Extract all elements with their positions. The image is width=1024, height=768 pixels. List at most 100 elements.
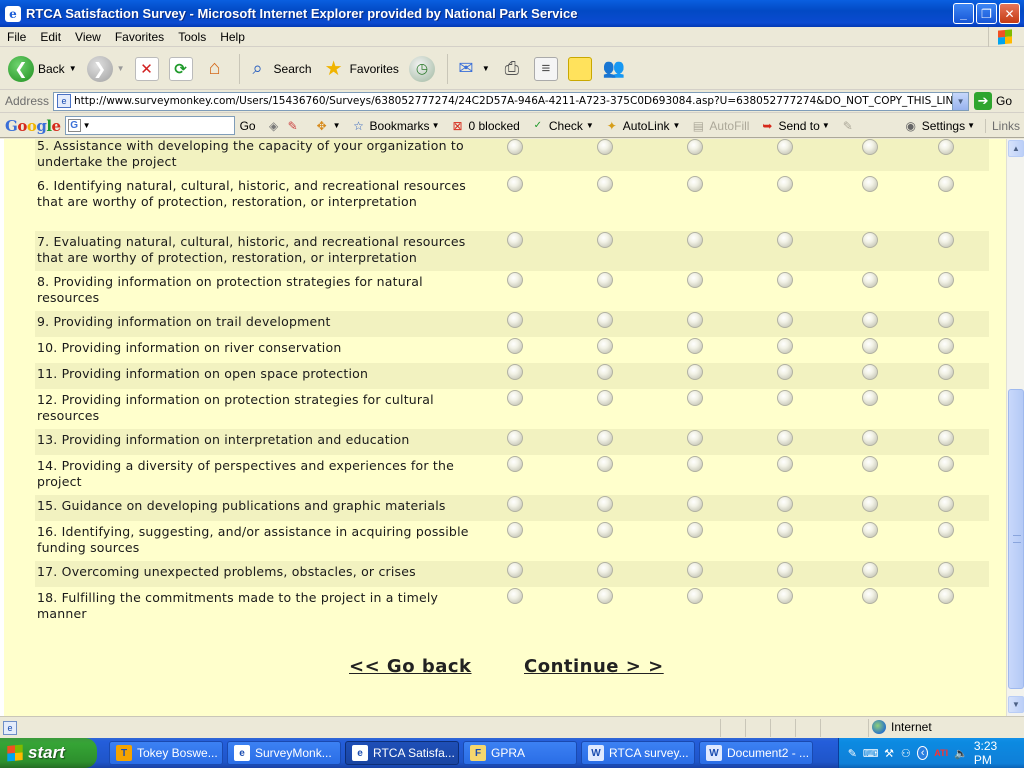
rating-radio-5[interactable] bbox=[862, 338, 878, 354]
taskbar-task-button[interactable]: e SurveyMonk... bbox=[227, 741, 341, 765]
rating-radio-3[interactable] bbox=[687, 139, 703, 155]
restore-button[interactable]: ❐ bbox=[976, 3, 997, 24]
rating-radio-3[interactable] bbox=[687, 588, 703, 604]
rating-radio-4[interactable] bbox=[777, 456, 793, 472]
rating-radio-3[interactable] bbox=[687, 522, 703, 538]
rating-radio-1[interactable] bbox=[507, 390, 523, 406]
menu-tools[interactable]: Tools bbox=[171, 30, 213, 44]
rating-radio-5[interactable] bbox=[862, 364, 878, 380]
rating-radio-6[interactable] bbox=[938, 390, 954, 406]
menu-favorites[interactable]: Favorites bbox=[108, 30, 171, 44]
rating-radio-6[interactable] bbox=[938, 496, 954, 512]
rating-radio-6[interactable] bbox=[938, 338, 954, 354]
rating-radio-2[interactable] bbox=[597, 364, 613, 380]
rating-radio-6[interactable] bbox=[938, 272, 954, 288]
continue-link[interactable]: Continue > > bbox=[524, 656, 664, 677]
close-button[interactable]: ✕ bbox=[999, 3, 1020, 24]
rating-radio-6[interactable] bbox=[938, 522, 954, 538]
search-button[interactable]: ⌕ Search bbox=[244, 51, 314, 87]
links-label[interactable]: Links bbox=[984, 118, 1020, 133]
rating-radio-3[interactable] bbox=[687, 456, 703, 472]
start-button[interactable]: start bbox=[0, 738, 97, 768]
rating-radio-4[interactable] bbox=[777, 430, 793, 446]
minimize-button[interactable]: _ bbox=[953, 3, 974, 24]
home-button[interactable]: ⌂ bbox=[201, 51, 229, 87]
rating-radio-3[interactable] bbox=[687, 390, 703, 406]
chevron-down-icon[interactable]: ▼ bbox=[952, 92, 969, 110]
autolink-button[interactable]: ✦ AutoLink ▼ bbox=[604, 118, 681, 134]
rating-radio-3[interactable] bbox=[687, 176, 703, 192]
rating-radio-3[interactable] bbox=[687, 272, 703, 288]
rating-radio-6[interactable] bbox=[938, 430, 954, 446]
keyboard-icon[interactable]: ⌨ bbox=[863, 746, 879, 760]
rating-radio-1[interactable] bbox=[507, 338, 523, 354]
rating-radio-2[interactable] bbox=[597, 272, 613, 288]
forward-button[interactable]: ❯ ▼ bbox=[85, 51, 127, 87]
rating-radio-1[interactable] bbox=[507, 232, 523, 248]
rating-radio-5[interactable] bbox=[862, 312, 878, 328]
rating-radio-4[interactable] bbox=[777, 522, 793, 538]
google-options-icon[interactable]: ◈ ✎ bbox=[266, 118, 304, 134]
taskbar-task-button[interactable]: F GPRA bbox=[463, 741, 577, 765]
scroll-down-arrow-icon[interactable]: ▼ bbox=[1008, 696, 1024, 713]
ati-icon[interactable]: ATI bbox=[934, 746, 948, 760]
settings-button[interactable]: ◉ Settings ▼ bbox=[903, 118, 975, 134]
rating-radio-2[interactable] bbox=[597, 232, 613, 248]
rating-radio-5[interactable] bbox=[862, 272, 878, 288]
rating-radio-1[interactable] bbox=[507, 496, 523, 512]
rating-radio-4[interactable] bbox=[777, 562, 793, 578]
menu-view[interactable]: View bbox=[68, 30, 108, 44]
rating-radio-5[interactable] bbox=[862, 390, 878, 406]
popup-blocker-button[interactable]: ⊠ 0 blocked bbox=[449, 118, 519, 134]
rating-radio-2[interactable] bbox=[597, 312, 613, 328]
scroll-up-arrow-icon[interactable]: ▲ bbox=[1008, 140, 1024, 157]
network-icon[interactable]: ⚇ bbox=[900, 746, 911, 760]
rating-radio-1[interactable] bbox=[507, 364, 523, 380]
chevron-down-icon[interactable]: ▼ bbox=[117, 64, 125, 73]
rating-radio-3[interactable] bbox=[687, 338, 703, 354]
go-button[interactable]: ➔ Go bbox=[974, 92, 1012, 110]
rating-radio-5[interactable] bbox=[862, 139, 878, 155]
bookmarks-button[interactable]: ☆ Bookmarks ▼ bbox=[351, 118, 439, 134]
rating-radio-6[interactable] bbox=[938, 176, 954, 192]
rating-radio-5[interactable] bbox=[862, 522, 878, 538]
rating-radio-2[interactable] bbox=[597, 456, 613, 472]
rating-radio-4[interactable] bbox=[777, 312, 793, 328]
discuss-button[interactable] bbox=[566, 51, 594, 87]
rating-radio-2[interactable] bbox=[597, 522, 613, 538]
chevron-left-icon[interactable]: ‹ bbox=[917, 746, 929, 760]
highlight-icon[interactable]: ✎ bbox=[840, 118, 859, 134]
edit-button[interactable]: ≡ bbox=[532, 51, 560, 87]
tool-icon[interactable]: ⚒ bbox=[884, 746, 895, 760]
go-back-link[interactable]: << Go back bbox=[349, 656, 472, 677]
taskbar-task-button[interactable]: T Tokey Boswe... bbox=[109, 741, 223, 765]
rating-radio-6[interactable] bbox=[938, 588, 954, 604]
rating-radio-1[interactable] bbox=[507, 588, 523, 604]
rating-radio-1[interactable] bbox=[507, 430, 523, 446]
rating-radio-1[interactable] bbox=[507, 139, 523, 155]
taskbar-task-button[interactable]: W RTCA survey... bbox=[581, 741, 695, 765]
volume-icon[interactable]: 🔈 bbox=[954, 746, 968, 760]
rating-radio-4[interactable] bbox=[777, 139, 793, 155]
rating-radio-2[interactable] bbox=[597, 139, 613, 155]
rating-radio-1[interactable] bbox=[507, 312, 523, 328]
rating-radio-4[interactable] bbox=[777, 364, 793, 380]
google-search-input[interactable]: G ▼ bbox=[64, 116, 235, 135]
rating-radio-2[interactable] bbox=[597, 176, 613, 192]
rating-radio-6[interactable] bbox=[938, 364, 954, 380]
vertical-scrollbar[interactable]: ▲ ▼ bbox=[1006, 139, 1024, 716]
taskbar-task-button[interactable]: W Document2 - ... bbox=[699, 741, 813, 765]
rating-radio-6[interactable] bbox=[938, 456, 954, 472]
spell-check-button[interactable]: ✓ Check ▼ bbox=[530, 118, 594, 134]
pen-icon[interactable]: ✎ bbox=[847, 746, 858, 760]
rating-radio-6[interactable] bbox=[938, 562, 954, 578]
rating-radio-1[interactable] bbox=[507, 562, 523, 578]
history-button[interactable]: ◷ bbox=[407, 51, 437, 87]
rating-radio-5[interactable] bbox=[862, 176, 878, 192]
rating-radio-6[interactable] bbox=[938, 139, 954, 155]
rating-radio-5[interactable] bbox=[862, 430, 878, 446]
rating-radio-3[interactable] bbox=[687, 430, 703, 446]
rating-radio-2[interactable] bbox=[597, 430, 613, 446]
rating-radio-5[interactable] bbox=[862, 232, 878, 248]
rating-radio-5[interactable] bbox=[862, 562, 878, 578]
